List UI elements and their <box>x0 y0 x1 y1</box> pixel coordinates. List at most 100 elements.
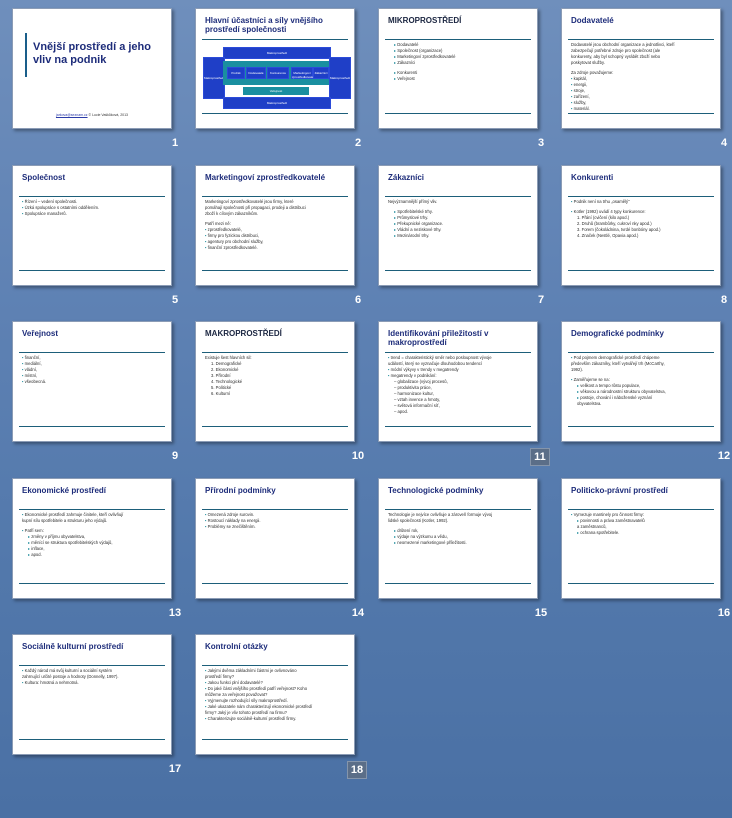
footer-rule <box>568 426 714 427</box>
slide-body: Ekonomické prostředí zahrnuje činitele, … <box>22 512 164 558</box>
diagram-item: Zákazníci <box>313 67 329 79</box>
diagram-label: Makroprostředí <box>330 76 351 80</box>
slide-thumbnail-cell: MIKROPROSTŘEDÍ DodavateléSpolečnost (orga… <box>378 8 554 158</box>
footer-rule <box>202 270 348 271</box>
slide-title: Vnější prostředí a jeho vliv na podnik <box>33 41 151 66</box>
slide-thumbnail-18[interactable]: Kontrolní otázky Jakými dvěma základními … <box>195 634 355 755</box>
footer-email-link[interactable]: jarkova@seznam.cz <box>56 113 88 117</box>
slide-thumbnail-cell: Ekonomické prostředí Ekonomické prostředí… <box>12 478 188 628</box>
slide-footer: jarkova@seznam.cz © Lucie Vaškůková, 201… <box>13 113 171 117</box>
slide-thumbnail-cell: Hlavní účastníci a síly vnějšího prostře… <box>195 8 371 158</box>
slide-body: Řízení – vedení společnosti.Úzká spolupr… <box>22 199 164 217</box>
slide-thumbnail-cell: Konkurenti Podnik není na trhu „osamělý"K… <box>561 165 732 315</box>
slide-title: Identifikování přiležitostí v makroprost… <box>388 329 489 347</box>
slide-thumbnail-8[interactable]: Konkurenti Podnik není na trhu „osamělý"K… <box>561 165 721 286</box>
slide-title: Přírodní podmínky <box>205 486 276 495</box>
slide-text-line: Veřejnost <box>388 76 530 82</box>
slide-text-line: 4. Značek (Nestlé, Opavia apod.) <box>577 233 639 238</box>
slide-text-line: Problémy se znečištěním. <box>205 524 347 530</box>
slide-thumbnail-11[interactable]: Identifikování přiležitostí v makroprost… <box>378 321 538 442</box>
footer-rule <box>568 270 714 271</box>
slide-thumbnail-5[interactable]: Společnost Řízení – vedení společnosti.Úz… <box>12 165 172 286</box>
slide-thumbnail-14[interactable]: Přírodní podmínky Omezená zdroje surovin.… <box>195 478 355 599</box>
footer-rule <box>19 583 165 584</box>
slide-number: 3 <box>537 137 545 149</box>
slide-thumbnail-16[interactable]: Politicko-právní prostředí Vymezuje manti… <box>561 478 721 599</box>
slide-body: Podnik není na trhu „osamělý"Kotler (199… <box>571 199 713 239</box>
slide-body: Marketingoví zprostředkovatelé jsou firm… <box>205 199 347 251</box>
footer-rule <box>568 583 714 584</box>
slide-thumbnail-cell: Identifikování přiležitostí v makroprost… <box>378 321 554 471</box>
title-rule <box>19 196 165 197</box>
slide-text-line: 6. Kulturní <box>211 391 231 396</box>
diagram-label: Zákazníci <box>314 71 328 75</box>
slide-title: MAKROPROSTŘEDÍ <box>205 329 282 338</box>
footer-rule <box>385 270 531 271</box>
slide-number: 12 <box>717 450 731 462</box>
slide-thumbnail-2[interactable]: Hlavní účastníci a síly vnějšího prostře… <box>195 8 355 129</box>
footer-rule <box>19 426 165 427</box>
slide-number: 2 <box>354 137 362 149</box>
slide-thumbnail-1[interactable]: Vnější prostředí a jeho vliv na podnik ja… <box>12 8 172 129</box>
slide-title: Demografické podmínky <box>571 329 664 338</box>
slide-number: 14 <box>351 607 365 619</box>
footer-rule <box>202 739 348 740</box>
slide-body: Technologie je nejvíce ovlivňuje a zárov… <box>388 512 530 546</box>
slide-text-line: – apod. <box>394 409 408 414</box>
slide-number: 1 <box>171 137 179 149</box>
footer-text: © Lucie Vaškůková, 2013 <box>87 113 129 117</box>
title-rule <box>19 352 165 353</box>
title-rule <box>385 352 531 353</box>
slide-body: Dodavatelé jsou obchodní organizace a je… <box>571 42 713 112</box>
slide-number: 8 <box>720 294 728 306</box>
slide-thumbnail-12[interactable]: Demografické podmínky Pod pojmem demograf… <box>561 321 721 442</box>
slide-thumbnail-6[interactable]: Marketingoví zprostředkovatelé Marketingo… <box>195 165 355 286</box>
slide-number: 9 <box>171 450 179 462</box>
slide-number: 13 <box>168 607 182 619</box>
slide-text-line: Kultura: hmotná a nehmotná. <box>22 680 164 686</box>
title-rule <box>202 509 348 510</box>
slide-body: DodavateléSpolečnost (organizace)Marketi… <box>388 42 530 82</box>
slide-thumbnail-7[interactable]: Zákazníci Nejvýznamnější přímý vliv.Spotř… <box>378 165 538 286</box>
slide-thumbnail-cell: Sociálně kulturní prostředí Každý národ m… <box>12 634 188 784</box>
slide-number: 16 <box>717 607 731 619</box>
slide-body: Vymezuje mantinely pro činnost firmy:pov… <box>571 512 713 536</box>
footer-rule <box>385 113 531 114</box>
title-rule <box>568 196 714 197</box>
slide-text-line: Charakterizujte sociálně-kulturní prostř… <box>205 716 347 722</box>
slide-body: Existuje šest hlavních sil: 1. Demografic… <box>205 355 347 397</box>
slide-text-line: Mezinárodní trhy. <box>388 233 530 239</box>
diagram-label: Marketingoví zprostředkovatelé <box>292 71 316 79</box>
slide-number: 7 <box>537 294 545 306</box>
diagram-item: Marketingoví zprostředkovatelé <box>291 67 316 79</box>
slide-thumbnail-17[interactable]: Sociálně kulturní prostředí Každý národ m… <box>12 634 172 755</box>
slide-body: trend = charakteristický směr nebo poslo… <box>388 355 530 415</box>
title-rule <box>202 665 348 666</box>
slide-number: 4 <box>720 137 728 149</box>
slide-title: MIKROPROSTŘEDÍ <box>388 16 462 25</box>
macro-right-box: Makroprostředí <box>329 57 351 99</box>
footer-rule <box>19 270 165 271</box>
slide-title: Veřejnost <box>22 329 59 338</box>
footer-rule <box>19 739 165 740</box>
slide-title: Hlavní účastníci a síly vnějšího prostře… <box>205 16 323 34</box>
slide-number: 15 <box>534 607 548 619</box>
slide-thumbnail-13[interactable]: Ekonomické prostředí Ekonomické prostředí… <box>12 478 172 599</box>
slide-text-line: Spolupráce manažerů. <box>22 211 164 217</box>
slide-text-line: ochrana spotřebitele. <box>571 530 713 536</box>
slide-thumbnail-15[interactable]: Technologické podmínky Technologie je nej… <box>378 478 538 599</box>
title-accent-bar <box>25 33 27 77</box>
slide-thumbnail-10[interactable]: MAKROPROSTŘEDÍ Existuje šest hlavních sil… <box>195 321 355 442</box>
slide-body: Nejvýznamnější přímý vliv.Spotřebitelské… <box>388 199 530 239</box>
diagram-label: Veřejnost <box>269 89 283 93</box>
slide-thumbnail-9[interactable]: Veřejnost finanční,mediální,vládní,místní… <box>12 321 172 442</box>
title-rule <box>202 352 348 353</box>
slide-thumbnail-cell: MAKROPROSTŘEDÍ Existuje šest hlavních sil… <box>195 321 371 471</box>
diagram-label: Konkurence <box>269 71 286 75</box>
macro-top-box: Makroprostředí <box>223 47 331 59</box>
title-rule <box>385 39 531 40</box>
slide-thumbnail-cell: Demografické podmínky Pod pojmem demograf… <box>561 321 732 471</box>
slide-thumbnail-3[interactable]: MIKROPROSTŘEDÍ DodavateléSpolečnost (orga… <box>378 8 538 129</box>
title-rule <box>202 39 348 40</box>
slide-thumbnail-4[interactable]: Dodavatelé Dodavatelé jsou obchodní organ… <box>561 8 721 129</box>
